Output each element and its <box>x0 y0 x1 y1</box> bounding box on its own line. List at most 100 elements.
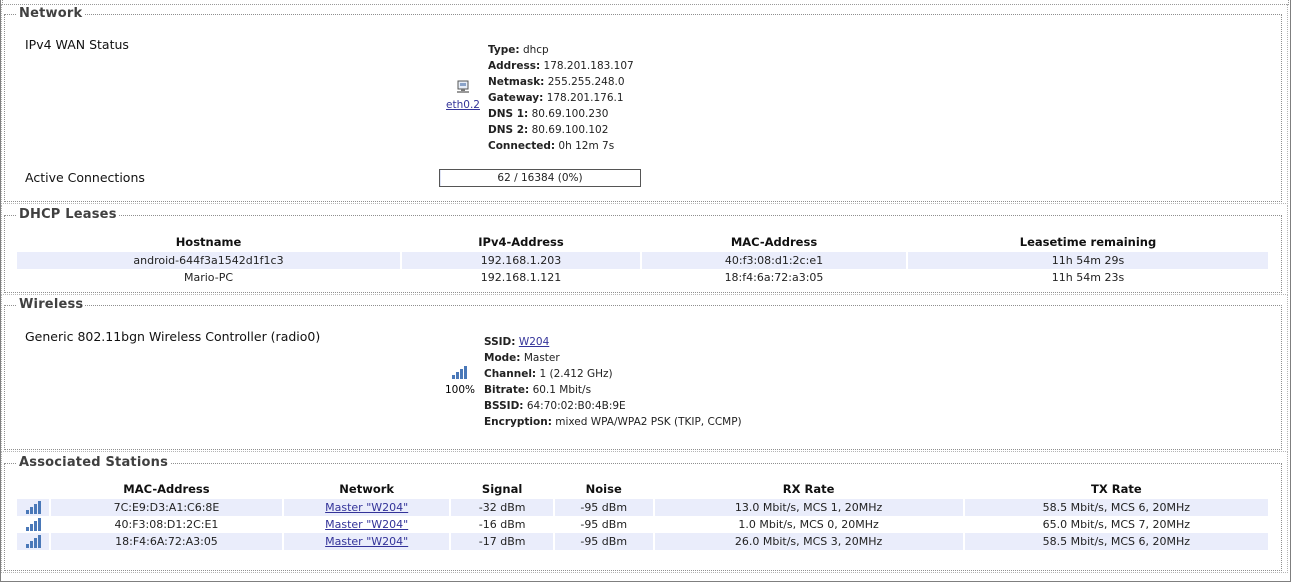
wireless-info-key: Mode: <box>484 352 521 364</box>
station-signal-cell: -16 dBm <box>478 518 526 531</box>
station-signal-cell <box>17 516 49 533</box>
wireless-info-value: mixed WPA/WPA2 PSK (TKIP, CCMP) <box>551 416 742 428</box>
stations-section: Associated Stations MAC-Address Network Si… <box>4 455 1282 571</box>
station-row: 40:F3:08:D1:2C:E1 Master "W204" -16 dBm -95… <box>17 516 1268 533</box>
station-network-link[interactable]: Master "W204" <box>325 501 408 514</box>
station-row: 7C:E9:D3:A1:C6:8E Master "W204" -32 dBm -95… <box>17 499 1268 516</box>
wireless-info-value: 64:70:02:B0:4B:9E <box>523 400 626 412</box>
wan-info-row: Type: dhcp <box>488 42 634 58</box>
station-mac-cell: 18:F4:6A:72:A3:05 <box>50 533 283 550</box>
stations-column-header <box>17 479 49 499</box>
station-mac-cell: 7C:E9:D3:A1:C6:8E <box>50 499 283 516</box>
dhcp-cell: 18:f4:6a:72:a3:05 <box>724 271 824 284</box>
dhcp-row: Mario-PC 192.168.1.121 18:f4:6a:72:a3:05 11… <box>17 269 1268 286</box>
wireless-info-value: 1 (2.412 GHz) <box>536 368 613 380</box>
wan-info-row: DNS 2: 80.69.100.102 <box>488 122 634 138</box>
dhcp-cell: 40:f3:08:d1:2c:e1 <box>642 252 906 269</box>
dhcp-row: android-644f3a1542d1f1c3 192.168.1.203 40:… <box>17 252 1268 269</box>
dhcp-cell: 11h 54m 23s <box>1051 271 1125 284</box>
station-rx-cell: 13.0 Mbit/s, MCS 1, 20MHz <box>654 499 963 516</box>
station-signal-cell <box>17 499 49 516</box>
ipv4-wan-status-label: IPv4 WAN Status <box>25 37 129 52</box>
wan-interface[interactable]: eth0.2 <box>443 79 483 111</box>
wireless-info-rows: Mode: Master Channel: 1 (2.412 GHz) Bitrat… <box>484 350 742 430</box>
network-section: Network IPv4 WAN Status eth0.2 Type: dhc… <box>4 6 1282 202</box>
wan-info-value: dhcp <box>519 44 549 56</box>
station-network-link[interactable]: Master "W204" <box>325 518 408 531</box>
station-noise-cell: -95 dBm <box>580 518 628 531</box>
stations-column-header: Noise <box>585 482 622 496</box>
stations-table-header: MAC-Address Network Signal Noise RX Rate TX R… <box>17 479 1268 499</box>
wan-info-key: DNS 1: <box>488 108 529 120</box>
wan-info-row: Netmask: 255.255.248.0 <box>488 74 634 90</box>
wan-info-key: Netmask: <box>488 76 545 88</box>
station-network-cell: Master "W204" <box>284 516 449 533</box>
station-rx-cell: 26.0 Mbit/s, MCS 3, 20MHz <box>654 533 963 550</box>
wan-info-row: Address: 178.201.183.107 <box>488 58 634 74</box>
active-connections-bar: 62 / 16384 (0%) <box>439 169 641 187</box>
wireless-info-row: Channel: 1 (2.412 GHz) <box>484 366 742 382</box>
dhcp-column-header: IPv4-Address <box>478 235 564 249</box>
active-connections-fill <box>440 170 441 186</box>
wan-info-row: Connected: 0h 12m 7s <box>488 138 634 154</box>
station-noise-cell: -95 dBm <box>554 499 653 516</box>
station-signal-cell: -17 dBm <box>451 533 553 550</box>
ssid-link[interactable]: W204 <box>519 336 549 348</box>
station-signal-icon <box>25 500 41 514</box>
station-rx-cell: 1.0 Mbit/s, MCS 0, 20MHz <box>738 518 879 531</box>
station-network-link[interactable]: Master "W204" <box>325 535 408 548</box>
radio-signal: 100% <box>441 364 479 396</box>
station-row: 18:F4:6A:72:A3:05 Master "W204" -17 dBm -95… <box>17 533 1268 550</box>
wan-info-value: 0h 12m 7s <box>555 140 615 152</box>
signal-percent: 100% <box>444 384 476 396</box>
ssid-row: SSID: W204 <box>484 334 742 350</box>
network-legend: Network <box>17 6 85 21</box>
network-port-icon <box>457 80 469 93</box>
station-signal-cell <box>17 533 49 550</box>
stations-column-header: Network <box>339 482 395 496</box>
ssid-key: SSID: <box>484 336 516 348</box>
wan-info-value: 255.255.248.0 <box>544 76 625 88</box>
wireless-info-key: Encryption: <box>484 416 552 428</box>
stations-column-header: MAC-Address <box>123 482 210 496</box>
wan-info-row: DNS 1: 80.69.100.230 <box>488 106 634 122</box>
station-mac-cell: 40:F3:08:D1:2C:E1 <box>114 518 219 531</box>
wireless-info-row: Mode: Master <box>484 350 742 366</box>
wan-info-key: Gateway: <box>488 92 544 104</box>
wan-info-key: Address: <box>488 60 541 72</box>
wireless-controller-label: Generic 802.11bgn Wireless Controller (r… <box>25 329 321 344</box>
wan-info-key: Type: <box>488 44 520 56</box>
dhcp-column-header: Leasetime remaining <box>1019 235 1157 249</box>
dhcp-column-header: Hostname <box>175 235 242 249</box>
wireless-info-value: 60.1 Mbit/s <box>529 384 592 396</box>
wan-info-row: Gateway: 178.201.176.1 <box>488 90 634 106</box>
stations-legend: Associated Stations <box>17 455 171 470</box>
wireless-info-key: BSSID: <box>484 400 524 412</box>
station-network-cell: Master "W204" <box>284 499 450 516</box>
station-signal-icon <box>25 534 41 548</box>
wan-info-value: 178.201.183.107 <box>540 60 634 72</box>
station-tx-cell: 65.0 Mbit/s, MCS 7, 20MHz <box>1042 518 1191 531</box>
station-network-cell: Master "W204" <box>284 533 450 550</box>
dhcp-cell: Mario-PC <box>183 271 234 284</box>
stations-column-header: Signal <box>481 482 523 496</box>
wireless-info-row: BSSID: 64:70:02:B0:4B:9E <box>484 398 742 414</box>
dhcp-table-header: Hostname IPv4-Address MAC-Address Leasetime… <box>17 232 1268 252</box>
dhcp-cell: 192.168.1.121 <box>480 271 562 284</box>
wan-info-block: Type: dhcp Address: 178.201.183.107 Netmas… <box>488 42 634 154</box>
dhcp-cell: android-644f3a1542d1f1c3 <box>17 252 400 269</box>
stations-column-header: RX Rate <box>782 482 835 496</box>
wan-info-key: Connected: <box>488 140 556 152</box>
dhcp-cell: 192.168.1.203 <box>402 252 640 269</box>
station-tx-cell: 58.5 Mbit/s, MCS 6, 20MHz <box>964 499 1268 516</box>
wireless-legend: Wireless <box>17 297 86 312</box>
wireless-info-value: Master <box>520 352 560 364</box>
station-noise-cell: -95 dBm <box>554 533 653 550</box>
wan-info-value: 80.69.100.102 <box>528 124 609 136</box>
station-signal-icon <box>25 517 41 531</box>
station-signal-cell: -32 dBm <box>451 499 553 516</box>
wan-interface-link[interactable]: eth0.2 <box>446 99 480 111</box>
stations-table: MAC-Address Network Signal Noise RX Rate TX R… <box>15 479 1270 550</box>
station-tx-cell: 58.5 Mbit/s, MCS 6, 20MHz <box>964 533 1268 550</box>
wan-info-value: 80.69.100.230 <box>528 108 609 120</box>
